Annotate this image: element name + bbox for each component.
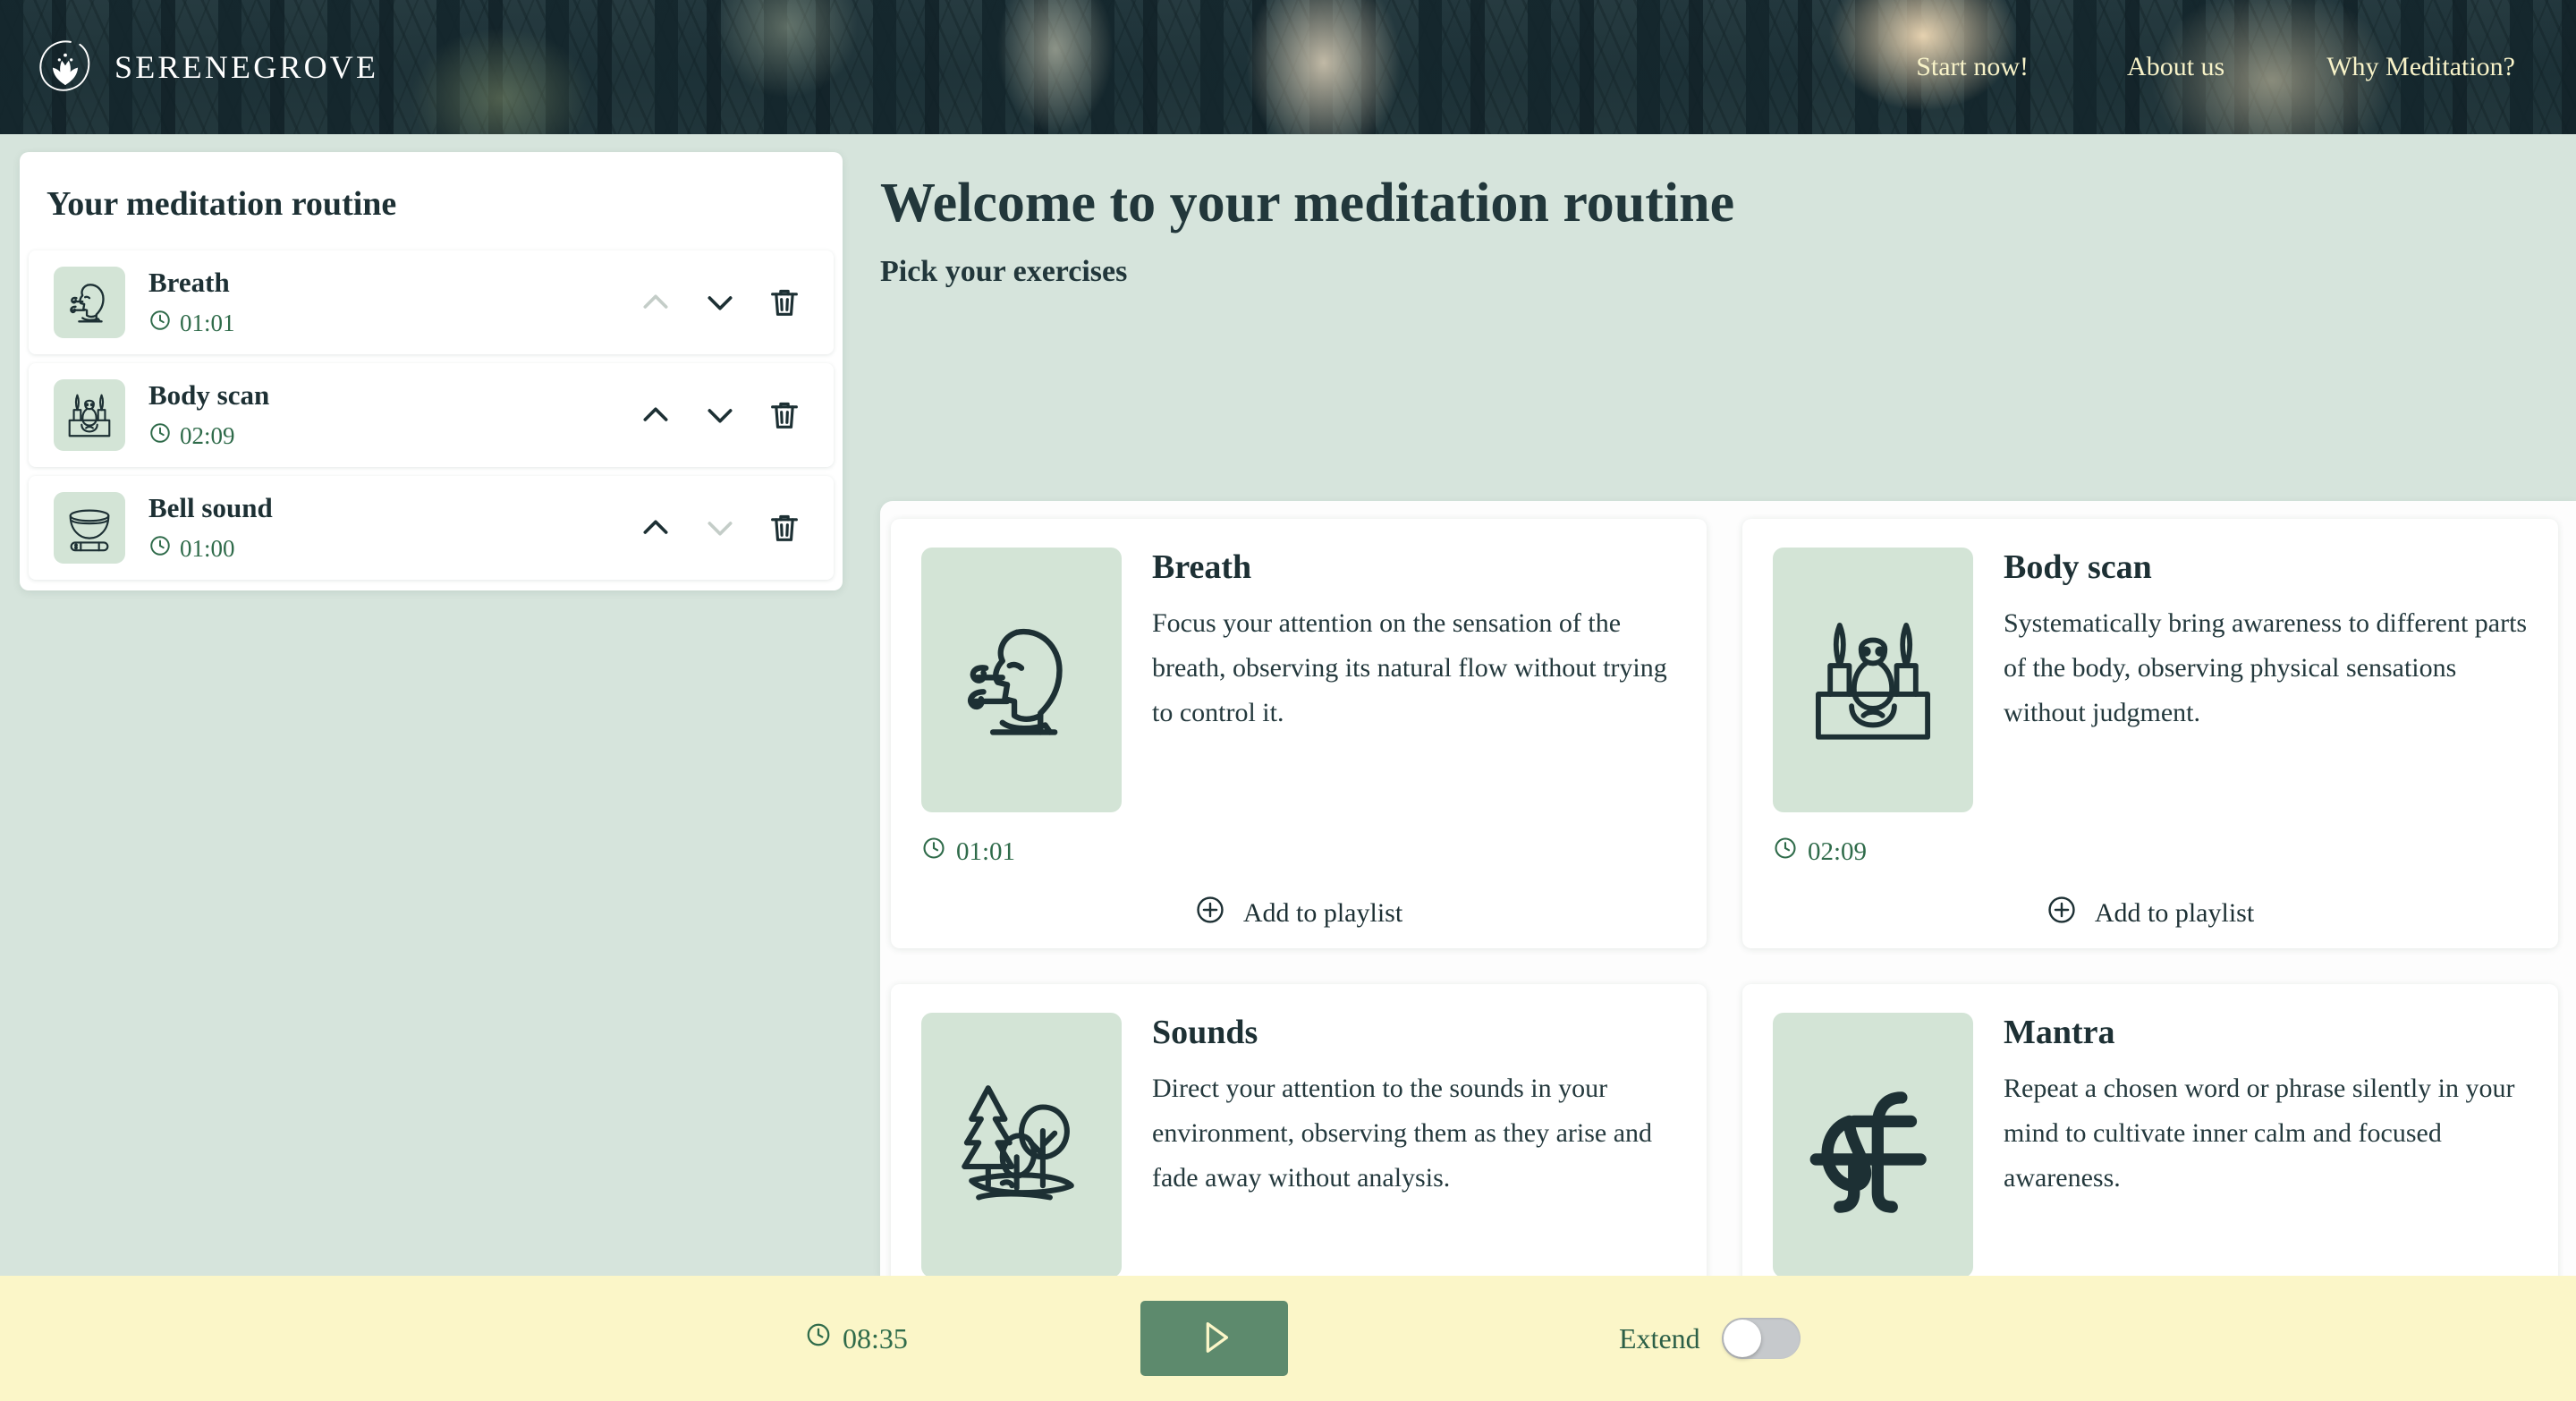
exercise-grid: Breath Focus your attention on the sensa… — [880, 501, 2576, 1276]
player-bar: 08:35 Extend — [0, 1276, 2576, 1401]
clock-icon — [805, 1321, 832, 1355]
delete-button[interactable] — [764, 507, 805, 548]
exercise-card[interactable]: Mantra Repeat a chosen word or phrase si… — [1742, 984, 2558, 1276]
routine-item-duration-text: 01:00 — [180, 535, 235, 562]
add-to-playlist-label: Add to playlist — [1242, 898, 1403, 928]
add-to-playlist-button[interactable]: Add to playlist — [1773, 895, 2528, 932]
forest-trees-icon — [921, 1013, 1122, 1276]
main-content: Welcome to your meditation routine Pick … — [880, 134, 2576, 1276]
routine-item-actions — [635, 282, 805, 323]
routine-item-actions — [635, 507, 805, 548]
brand-name: SERENEGROVE — [114, 49, 379, 85]
routine-item-text: Bell sound 01:00 — [148, 492, 635, 564]
exercise-card-title: Breath — [1152, 548, 1252, 586]
routine-item-duration-text: 02:09 — [180, 422, 235, 449]
exercise-card[interactable]: Body scan Systematically bring awareness… — [1742, 519, 2558, 948]
routine-item-duration: 01:00 — [148, 534, 635, 564]
routine-item-name: Breath — [148, 267, 230, 298]
exercise-card-description: Repeat a chosen word or phrase silently … — [2004, 1074, 2515, 1193]
exercise-card-description: Systematically bring awareness to differ… — [2004, 608, 2528, 727]
player-total-time: 08:35 — [805, 1321, 908, 1355]
move-down-button[interactable] — [699, 282, 741, 323]
exercise-card-duration-text: 01:01 — [956, 836, 1016, 866]
body-scan-meditator-icon — [54, 379, 125, 451]
clock-icon — [148, 309, 172, 338]
move-down-button[interactable] — [699, 395, 741, 436]
routine-item-duration-text: 01:01 — [180, 310, 235, 336]
exercise-card-title: Mantra — [2004, 1014, 2115, 1051]
extend-label: Extend — [1619, 1321, 1700, 1354]
toggle-knob — [1723, 1320, 1761, 1357]
routine-item[interactable]: Body scan 02:09 — [29, 363, 834, 467]
page-body: Your meditation routine Breath 01:01 Bod… — [0, 134, 2576, 1276]
nav-link-about-us[interactable]: About us — [2127, 52, 2224, 82]
routine-panel: Your meditation routine Breath 01:01 Bod… — [20, 152, 843, 590]
breath-head-icon — [921, 548, 1122, 812]
play-triangle-icon — [1194, 1317, 1235, 1361]
clock-icon — [921, 836, 946, 868]
nav-link-start-now[interactable]: Start now! — [1916, 52, 2029, 82]
routine-panel-title: Your meditation routine — [47, 185, 397, 223]
exercise-card-description: Focus your attention on the sensation of… — [1152, 608, 1667, 727]
routine-item-duration: 02:09 — [148, 421, 635, 451]
page-title: Welcome to your meditation routine — [880, 173, 1735, 234]
lotus-circle-logo-icon — [32, 34, 98, 100]
extend-control: Extend — [1619, 1318, 1801, 1359]
routine-item-duration: 01:01 — [148, 309, 635, 338]
extend-toggle[interactable] — [1721, 1318, 1801, 1359]
delete-button[interactable] — [764, 395, 805, 436]
move-up-button[interactable] — [635, 395, 676, 436]
exercise-card-duration-text: 02:09 — [1808, 836, 1868, 866]
circle-plus-icon — [1195, 895, 1225, 932]
play-button[interactable] — [1140, 1301, 1288, 1376]
breath-head-icon — [54, 267, 125, 338]
main-navigation: Start now! About us Why Meditation? — [1916, 52, 2576, 82]
brand-logo[interactable]: SERENEGROVE — [32, 34, 378, 100]
routine-list: Breath 01:01 Body scan 02:09 Bell sound … — [20, 250, 843, 580]
exercise-card-title: Body scan — [2004, 548, 2152, 586]
player-total-time-text: 08:35 — [843, 1321, 908, 1354]
move-down-button — [699, 507, 741, 548]
routine-item-actions — [635, 395, 805, 436]
delete-button[interactable] — [764, 282, 805, 323]
exercise-card-duration: 02:09 — [1773, 836, 2528, 868]
body-scan-meditator-icon — [1773, 548, 1973, 812]
routine-item-name: Bell sound — [148, 492, 273, 523]
site-header: SERENEGROVE Start now! About us Why Medi… — [0, 0, 2576, 134]
singing-bowl-icon — [54, 492, 125, 564]
clock-icon — [1773, 836, 1798, 868]
nav-link-why-meditation[interactable]: Why Meditation? — [2326, 52, 2515, 82]
clock-icon — [148, 534, 172, 564]
exercise-card-description: Direct your attention to the sounds in y… — [1152, 1074, 1653, 1193]
page-subtitle: Pick your exercises — [880, 255, 1128, 288]
move-up-button — [635, 282, 676, 323]
move-up-button[interactable] — [635, 507, 676, 548]
exercise-card[interactable]: Breath Focus your attention on the sensa… — [891, 519, 1707, 948]
add-to-playlist-button[interactable]: Add to playlist — [921, 895, 1676, 932]
routine-item-name: Body scan — [148, 379, 270, 411]
exercise-grid-surface: Breath Focus your attention on the sensa… — [880, 501, 2576, 1276]
routine-item[interactable]: Bell sound 01:00 — [29, 476, 834, 580]
add-to-playlist-label: Add to playlist — [2094, 898, 2255, 928]
circle-plus-icon — [2046, 895, 2077, 932]
exercise-card-duration: 01:01 — [921, 836, 1676, 868]
exercise-card-title: Sounds — [1152, 1014, 1258, 1051]
routine-item[interactable]: Breath 01:01 — [29, 250, 834, 354]
clock-icon — [148, 421, 172, 451]
routine-item-text: Breath 01:01 — [148, 267, 635, 338]
routine-item-text: Body scan 02:09 — [148, 379, 635, 451]
mantra-glyph-icon — [1773, 1013, 1973, 1276]
exercise-card[interactable]: Sounds Direct your attention to the soun… — [891, 984, 1707, 1276]
